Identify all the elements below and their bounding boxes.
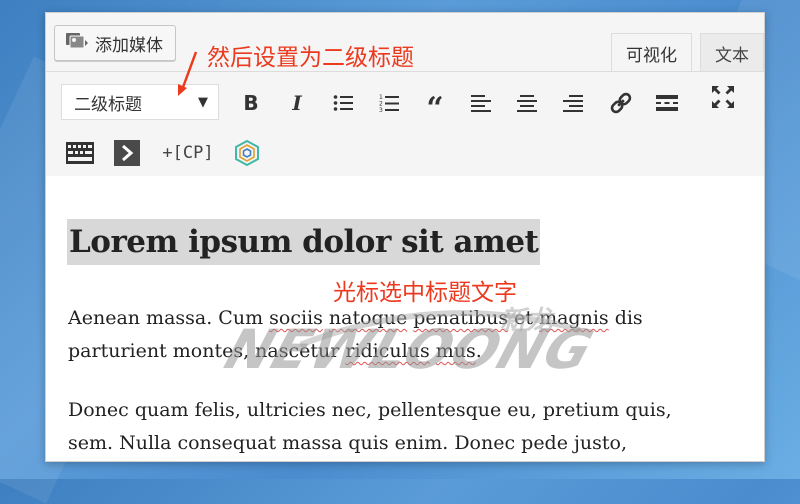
read-more-icon xyxy=(656,94,678,112)
add-media-button[interactable]: 添加媒体 xyxy=(54,25,176,61)
p2-line: sem. Nulla consequat massa quis enim. Do… xyxy=(68,432,627,454)
bold-button[interactable]: B xyxy=(236,88,266,118)
add-media-label: 添加媒体 xyxy=(95,35,163,56)
watermark-cn: 新龙 xyxy=(500,306,553,336)
bold-icon: B xyxy=(243,91,259,115)
editor-frame: 添加媒体 可视化 文本 二级标题 ▼ B I 123 “ +[CP] Lorem… xyxy=(45,12,765,462)
align-right-icon xyxy=(563,94,583,112)
plugin-button[interactable] xyxy=(232,138,262,168)
fullscreen-icon xyxy=(712,86,734,108)
editor-tabs: 可视化 文本 xyxy=(603,33,764,72)
annotation-set-h2: 然后设置为二级标题 xyxy=(207,45,414,71)
italic-icon: I xyxy=(292,91,302,115)
align-left-button[interactable] xyxy=(466,88,496,118)
format-select-value: 二级标题 xyxy=(74,94,142,115)
align-center-icon xyxy=(517,94,537,112)
svg-text:3: 3 xyxy=(379,107,383,113)
blockquote-icon: “ xyxy=(426,91,444,126)
numbered-list-icon: 123 xyxy=(379,93,399,113)
editor-toolbar: 二级标题 ▼ B I 123 “ +[CP] xyxy=(46,71,764,177)
link-icon xyxy=(609,91,633,115)
shortcode-button[interactable] xyxy=(112,138,142,168)
hexagon-logo-icon xyxy=(234,140,260,166)
link-button[interactable] xyxy=(606,88,636,118)
read-more-button[interactable] xyxy=(652,88,682,118)
italic-button[interactable]: I xyxy=(282,88,312,118)
selected-heading[interactable]: Lorem ipsum dolor sit amet xyxy=(67,219,541,265)
fullscreen-button[interactable] xyxy=(708,82,738,112)
chevron-right-icon xyxy=(114,140,140,166)
p1-text: dis xyxy=(608,307,643,329)
numbered-list-button[interactable]: 123 xyxy=(374,88,404,118)
align-right-button[interactable] xyxy=(558,88,588,118)
keyboard-icon xyxy=(66,142,94,164)
align-center-button[interactable] xyxy=(512,88,542,118)
tab-text[interactable]: 文本 xyxy=(700,33,764,72)
media-icon xyxy=(65,31,89,55)
kitchen-sink-button[interactable] xyxy=(64,138,96,168)
cp-button[interactable]: +[CP] xyxy=(158,138,218,168)
align-left-icon xyxy=(471,94,491,112)
bullet-list-icon xyxy=(333,94,353,112)
tab-visual[interactable]: 可视化 xyxy=(611,33,692,72)
blockquote-button[interactable]: “ xyxy=(420,88,450,124)
annotation-arrow-icon xyxy=(178,51,198,96)
bullet-list-button[interactable] xyxy=(328,88,358,118)
paragraph-2[interactable]: Donec quam felis, ultricies nec, pellent… xyxy=(68,394,728,460)
p2-line: Donec quam felis, ultricies nec, pellent… xyxy=(68,399,672,421)
